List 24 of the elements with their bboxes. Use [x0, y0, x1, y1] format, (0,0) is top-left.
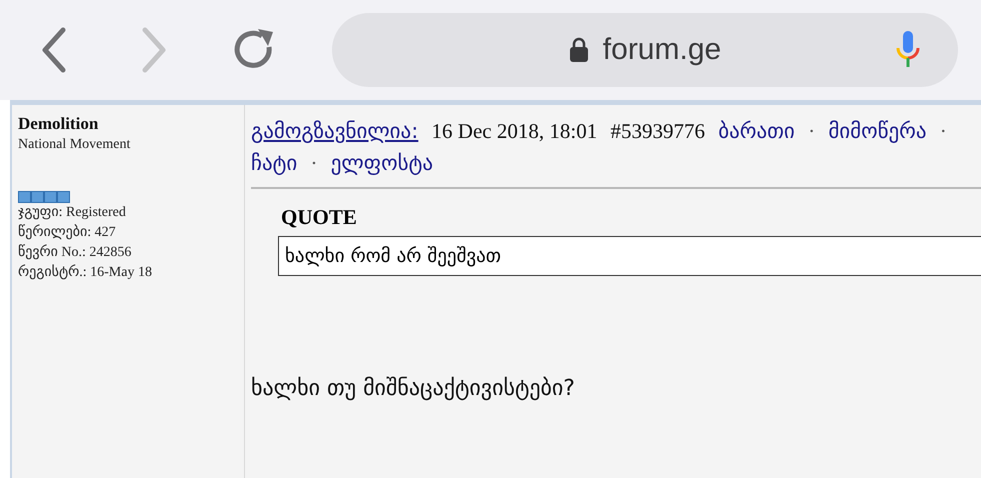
lock-icon: [568, 37, 589, 63]
separator: ·: [310, 151, 318, 175]
address-text: forum.ge: [602, 33, 722, 67]
post-link[interactable]: გამოგზავნილია:: [251, 119, 418, 143]
post-link[interactable]: ჩატი: [251, 151, 298, 175]
rank-drawing: [18, 191, 70, 203]
post-link[interactable]: ელფოსტა: [330, 151, 433, 175]
quote-box: ხალხი რომ არ შეეშვათ: [278, 236, 981, 276]
author-name: Demolition: [18, 113, 100, 135]
quote-label: QUOTE: [281, 205, 358, 230]
post-body: ხალხი თუ მიშნაცაქტივისტები?: [251, 376, 576, 401]
author-stat: წერილები: 427: [18, 223, 117, 242]
author-stat: ჯგუფი: Registered: [18, 204, 127, 222]
post-meta: #53939776: [610, 119, 705, 143]
post-link[interactable]: ბარათი: [718, 119, 795, 143]
post-meta: 16 Dec 2018, 18:01: [432, 119, 598, 143]
separator: ·: [940, 119, 947, 143]
author-stat: წევრი No.: 242856: [18, 243, 132, 262]
author-stat: რეგისტრ.: 16-May 18: [18, 263, 153, 282]
microphone-icon[interactable]: [896, 31, 920, 69]
author-title: National Movement: [18, 136, 132, 154]
post-link[interactable]: მიმოწერა: [828, 119, 927, 143]
separator: ·: [808, 119, 816, 143]
address-bar[interactable]: forum.ge: [332, 13, 958, 87]
